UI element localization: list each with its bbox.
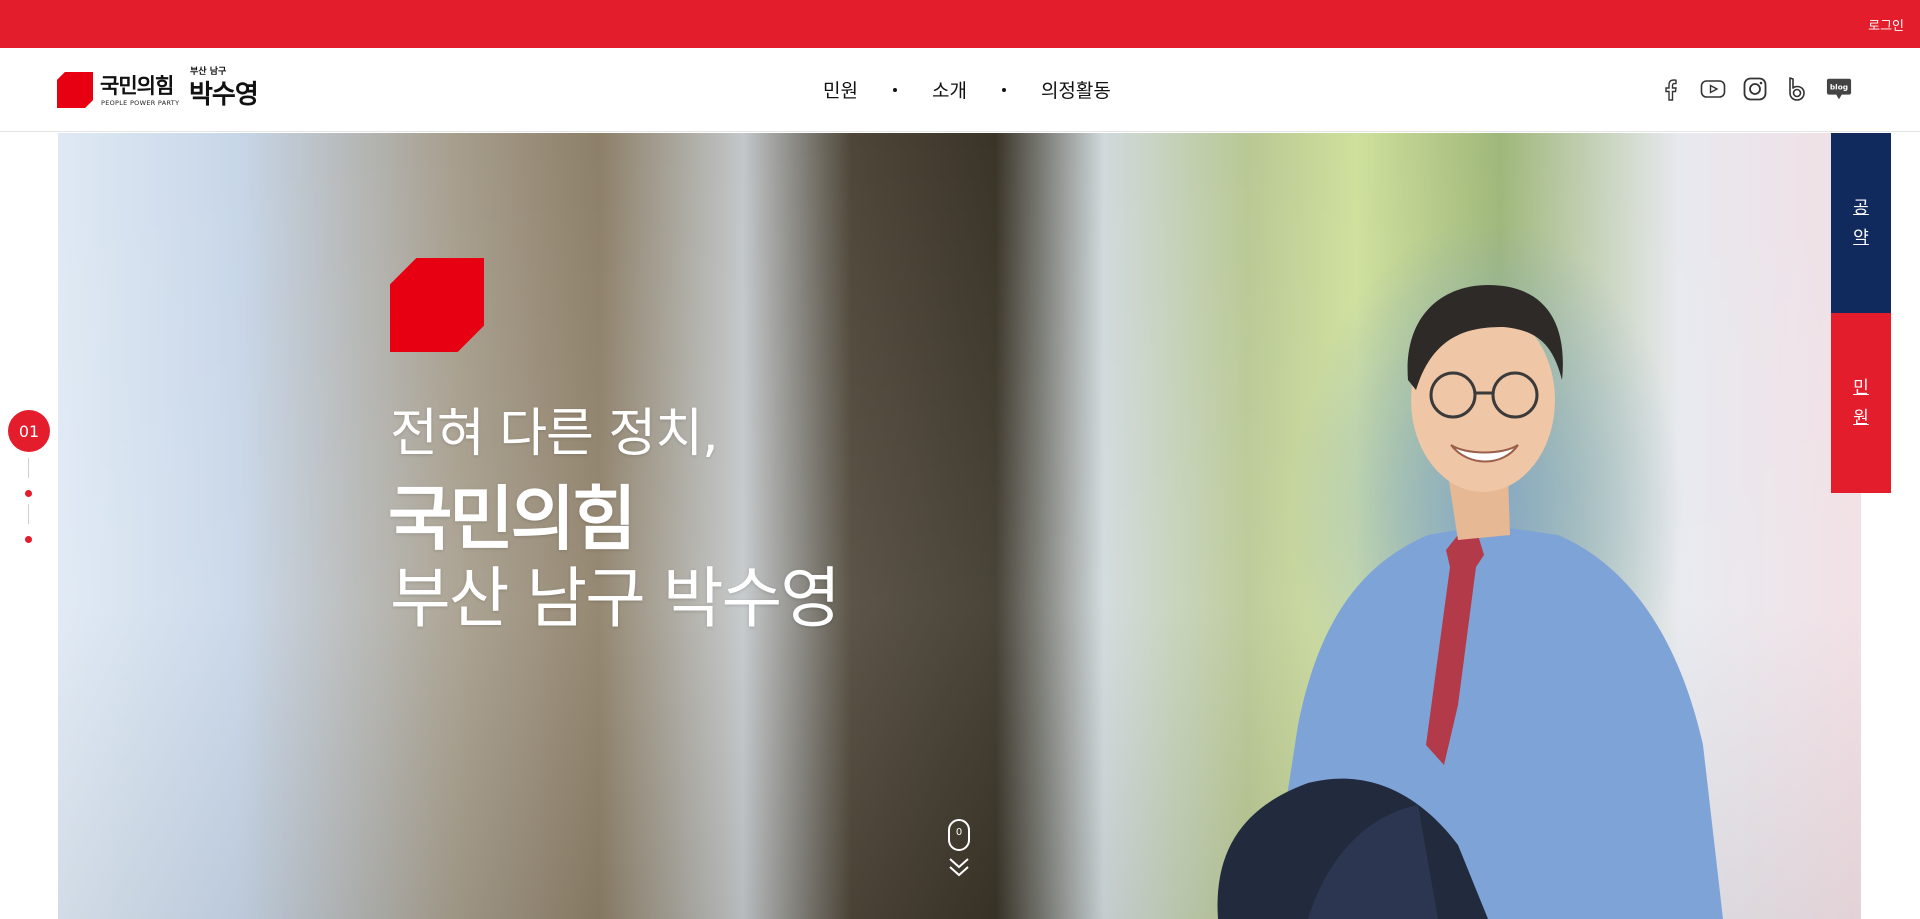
slide-pager: 01 [8,410,50,550]
pager-dot-3[interactable] [25,536,32,543]
hero-member-title: 부산 남구 박수영 [390,560,841,637]
hero-party-mark [390,258,484,352]
youtube-icon[interactable] [1700,76,1726,102]
top-bar: 로그인 [0,0,1920,48]
site-logo[interactable]: 국민의힘 PEOPLE POWER PARTY 부산 남구 박수영 [57,64,287,114]
blog-icon[interactable]: blog [1826,76,1852,102]
pager-dot-2[interactable] [25,490,32,497]
band-icon[interactable] [1784,76,1810,102]
nav-separator [892,87,897,92]
main-nav: 민원 소개 의정활동 [823,76,1111,103]
sns-links: blog [1658,76,1852,102]
nav-separator [1001,87,1006,92]
nav-item-about[interactable]: 소개 [932,76,967,103]
pager-line [28,458,29,478]
nav-item-civil[interactable]: 민원 [823,76,858,103]
side-tab-civil-char: 원 [1853,408,1869,428]
hero-slogan: 전혀 다른 정치, [390,404,719,464]
side-tab-civil-char: 민 [1853,378,1869,398]
hero-portrait-image [1217,285,1723,919]
pager-line [28,504,29,524]
blog-icon-label: blog [1830,82,1848,91]
login-link[interactable]: 로그인 [1868,15,1904,34]
pager-active-slide[interactable]: 01 [8,410,50,452]
party-name: 국민의힘 [100,74,174,98]
site-header: 국민의힘 PEOPLE POWER PARTY 부산 남구 박수영 민원 소개 … [0,48,1920,132]
side-tab-pledges-char: 공 [1853,198,1869,218]
hero-banner: 전혀 다른 정치, 국민의힘 부산 남구 박수영 0 [58,133,1861,919]
logo-member-name: 박수영 [189,80,259,110]
party-name-en: PEOPLE POWER PARTY [101,99,180,107]
facebook-icon[interactable] [1658,76,1684,102]
scroll-mouse-label: 0 [956,827,962,838]
chevron-down-icon [949,858,969,869]
nav-item-activities[interactable]: 의정활동 [1041,76,1111,103]
scroll-down-indicator[interactable]: 0 [946,818,972,882]
side-tab-pledges[interactable]: 공 약 [1831,133,1891,313]
side-tab-civil[interactable]: 민 원 [1831,313,1891,493]
side-tab-pledges-char: 약 [1853,228,1869,248]
party-logo-mark [57,72,93,108]
instagram-icon[interactable] [1742,76,1768,102]
